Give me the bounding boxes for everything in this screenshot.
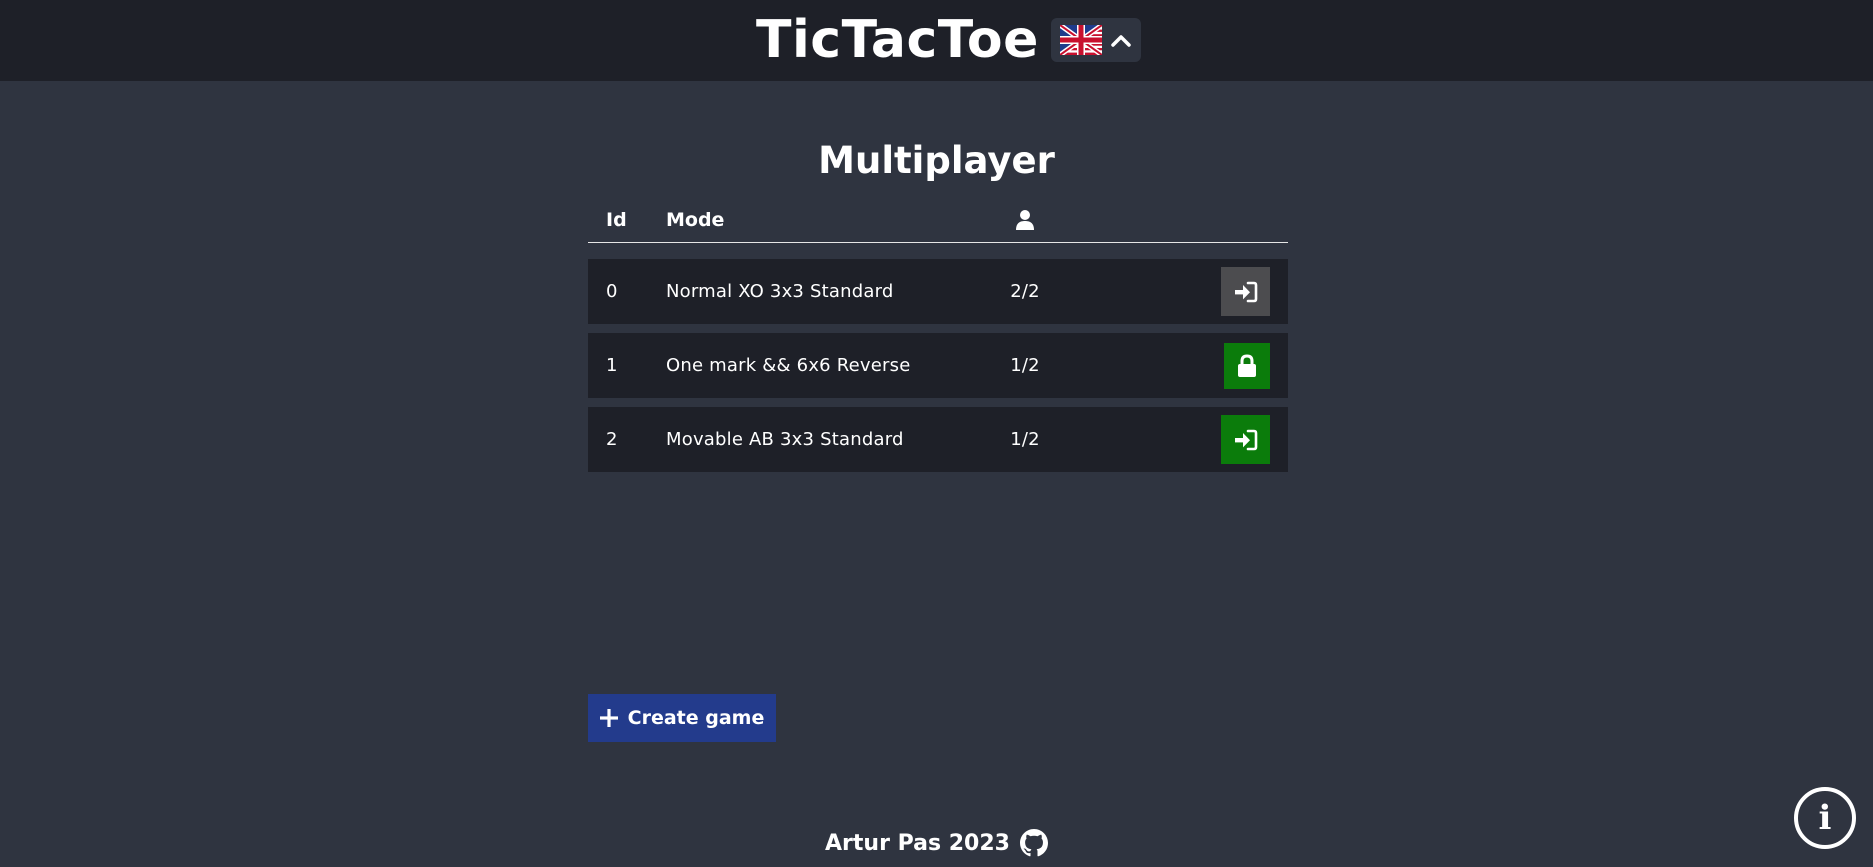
row-action	[1221, 407, 1270, 472]
top-bar: TicTacToe	[0, 0, 1873, 81]
column-header-players	[990, 198, 1060, 242]
create-game-button[interactable]: Create game	[588, 694, 776, 742]
footer: Artur Pas 2023	[0, 823, 1873, 863]
column-header-id: Id	[606, 209, 627, 231]
page-title: Multiplayer	[818, 139, 1055, 182]
plus-icon	[599, 709, 618, 727]
info-button[interactable]: i	[1794, 787, 1856, 849]
sign-in-icon	[1234, 281, 1257, 302]
game-id: 1	[606, 355, 618, 376]
game-mode: One mark && 6x6 Reverse	[666, 355, 911, 376]
table-row: 1 One mark && 6x6 Reverse 1/2	[588, 333, 1288, 398]
locked-game-button[interactable]	[1224, 342, 1270, 389]
language-select-button[interactable]	[1050, 18, 1141, 62]
table-row: 2 Movable AB 3x3 Standard 1/2	[588, 407, 1288, 472]
create-game-label: Create game	[627, 707, 765, 729]
row-action	[1221, 259, 1270, 324]
game-players: 1/2	[1010, 429, 1040, 450]
column-header-mode: Mode	[666, 209, 725, 231]
game-mode: Normal XO 3x3 Standard	[666, 281, 894, 302]
info-icon: i	[1818, 798, 1832, 838]
uk-us-flag-icon	[1059, 25, 1102, 55]
game-id: 2	[606, 429, 618, 450]
sign-in-icon	[1234, 429, 1257, 450]
join-game-button[interactable]	[1221, 267, 1270, 316]
games-table-header: Id Mode	[588, 198, 1288, 243]
game-players: 1/2	[1010, 355, 1040, 376]
games-table-body: 0 Normal XO 3x3 Standard 2/2 1 One mark …	[588, 259, 1288, 481]
github-icon[interactable]	[1019, 829, 1048, 857]
game-players: 2/2	[1010, 281, 1040, 302]
user-icon	[1016, 210, 1034, 230]
game-mode: Movable AB 3x3 Standard	[666, 429, 904, 450]
game-id: 0	[606, 281, 618, 302]
row-action	[1224, 333, 1270, 398]
join-game-button[interactable]	[1221, 415, 1270, 464]
chevron-up-icon	[1111, 35, 1131, 47]
table-row: 0 Normal XO 3x3 Standard 2/2	[588, 259, 1288, 324]
footer-credit: Artur Pas 2023	[825, 830, 1010, 856]
brand: TicTacToe	[756, 4, 1141, 76]
app-title: TicTacToe	[756, 10, 1039, 70]
lock-icon	[1238, 353, 1256, 377]
